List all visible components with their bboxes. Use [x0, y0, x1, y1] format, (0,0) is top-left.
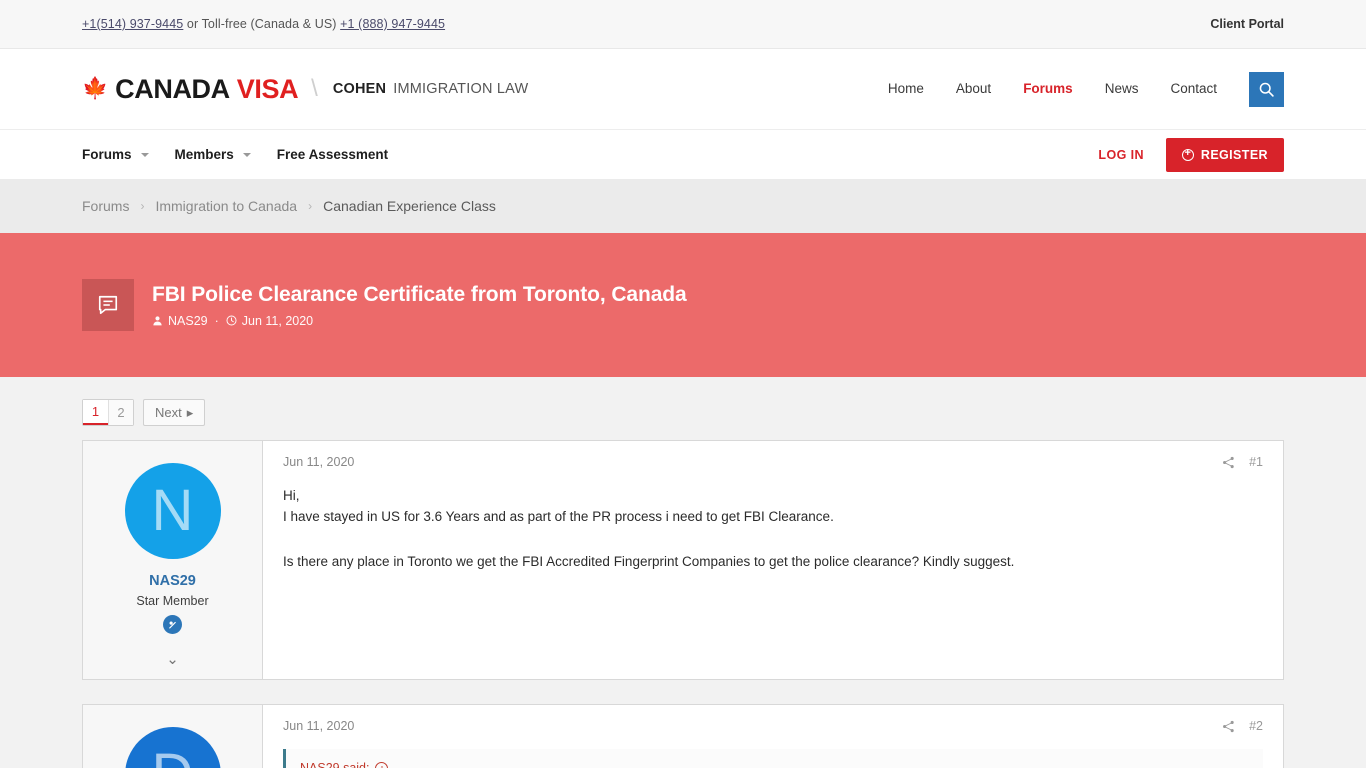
thread-meta: NAS29 · Jun 11, 2020 [152, 314, 687, 328]
next-arrow-icon: ▸ [186, 404, 194, 420]
nav-item-news[interactable]: News [1089, 69, 1155, 109]
post-header: Jun 11, 2020 #1 [283, 455, 1263, 469]
nav-item-forums[interactable]: Forums [1007, 69, 1089, 109]
quote-block: NAS29 said: ↑ [283, 749, 1263, 768]
user-icon [153, 316, 162, 326]
thread-meta-separator: · [214, 313, 219, 328]
post-header-actions: #1 [1222, 455, 1263, 469]
post-author-name[interactable]: NAS29 [149, 573, 196, 589]
thread-icon-box [82, 279, 134, 331]
post-header: Jun 11, 2020 #2 [283, 719, 1263, 733]
subnav-forums-label: Forums [82, 147, 132, 162]
forum-navigation-bar: Forums Members Free Assessment LOG IN + … [0, 129, 1366, 179]
post-author-title: Star Member [136, 594, 209, 608]
chevron-down-icon [242, 152, 251, 157]
phone-tollfree-link[interactable]: +1 (888) 947-9445 [340, 17, 445, 31]
quote-author-label[interactable]: NAS29 said: [300, 761, 369, 768]
contact-phones: +1(514) 937-9445 or Toll-free (Canada & … [82, 17, 445, 31]
phone-tollfree-text: or Toll-free (Canada & US) [183, 17, 341, 31]
maple-leaf-icon: 🍁 [82, 76, 109, 100]
post-author-sidebar: D [83, 705, 263, 768]
share-icon[interactable] [1222, 456, 1235, 469]
post-item: D Jun 11, 2020 #2 [82, 704, 1284, 768]
thread-title-block: FBI Police Clearance Certificate from To… [152, 283, 687, 328]
breadcrumb: Forums › Immigration to Canada › Canadia… [0, 179, 1366, 233]
post-number[interactable]: #2 [1249, 719, 1263, 733]
clock-icon [226, 315, 237, 326]
page-button-2[interactable]: 2 [108, 400, 133, 425]
next-page-label: Next [155, 405, 182, 420]
top-utility-bar: +1(514) 937-9445 or Toll-free (Canada & … [0, 0, 1366, 49]
site-header: 🍁 CANADA VISA \ COHEN IMMIGRATION LAW Hom… [0, 49, 1366, 129]
subnav-members-label: Members [174, 147, 234, 162]
thread-comment-icon [98, 295, 118, 315]
nav-item-contact[interactable]: Contact [1154, 69, 1233, 109]
chevron-down-icon [140, 152, 149, 157]
quote-header: NAS29 said: ↑ [300, 761, 1249, 768]
post-body-container: Jun 11, 2020 #1 Hi, I have stayed in US … [263, 441, 1283, 679]
nav-item-home[interactable]: Home [872, 69, 940, 109]
register-label: REGISTER [1200, 147, 1268, 162]
breadcrumb-separator: › [140, 199, 145, 213]
logo-law-text: IMMIGRATION LAW [393, 81, 529, 97]
avatar[interactable]: N [124, 463, 221, 559]
search-icon [1259, 82, 1274, 97]
logo-visa-text: VISA [236, 73, 299, 104]
phone-primary-link[interactable]: +1(514) 937-9445 [82, 17, 183, 31]
breadcrumb-item-immigration-to-canada[interactable]: Immigration to Canada [155, 198, 297, 214]
search-button[interactable] [1249, 71, 1284, 107]
register-button[interactable]: + REGISTER [1165, 137, 1284, 172]
log-in-link[interactable]: LOG IN [1098, 148, 1143, 162]
subnav-item-members[interactable]: Members [175, 147, 251, 162]
subnav-free-assessment-label: Free Assessment [276, 147, 389, 162]
main-navigation: Home About Forums News Contact [872, 69, 1284, 109]
breadcrumb-item-current: Canadian Experience Class [323, 198, 496, 214]
post-date[interactable]: Jun 11, 2020 [283, 455, 354, 469]
post-header-actions: #2 [1222, 719, 1263, 733]
page-number-group: 1 2 [82, 399, 134, 426]
subnav-item-free-assessment[interactable]: Free Assessment [277, 147, 388, 162]
subnav-item-forums[interactable]: Forums [82, 147, 149, 162]
post-paragraph: I have stayed in US for 3.6 Years and as… [283, 508, 834, 524]
post-author-sidebar: N NAS29 Star Member ⌄ [83, 441, 263, 679]
author-expand-chevron-down-icon[interactable]: ⌄ [166, 634, 179, 667]
plus-circle-icon: + [1181, 147, 1194, 161]
member-badge-icon [163, 615, 182, 634]
site-logo[interactable]: 🍁 CANADA VISA \ COHEN IMMIGRATION LAW [82, 74, 528, 105]
pagination-top: 1 2 Next ▸ [82, 377, 1284, 440]
logo-separator: \ [311, 75, 318, 102]
page-title: FBI Police Clearance Certificate from To… [152, 282, 687, 306]
client-portal-link[interactable]: Client Portal [1210, 17, 1284, 31]
post-body-container: Jun 11, 2020 #2 NAS29 said: ↑ [263, 705, 1283, 768]
page-button-1[interactable]: 1 [83, 400, 108, 425]
thread-content: 1 2 Next ▸ N NAS29 Star Member ⌄ Jun 11,… [0, 377, 1366, 768]
post-paragraph: Hi, [283, 488, 300, 503]
post-number[interactable]: #1 [1249, 455, 1263, 469]
next-page-button[interactable]: Next ▸ [143, 399, 206, 426]
share-icon[interactable] [1222, 720, 1235, 733]
avatar[interactable]: D [124, 727, 221, 768]
post-text: Hi, I have stayed in US for 3.6 Years an… [283, 486, 1263, 573]
breadcrumb-separator: › [308, 199, 313, 213]
logo-cohen-text: COHEN [332, 81, 387, 97]
page-root: +1(514) 937-9445 or Toll-free (Canada & … [0, 0, 1366, 768]
badge-glyph-icon [169, 621, 176, 629]
client-portal-container: Client Portal [1210, 17, 1284, 31]
nav-item-about[interactable]: About [940, 69, 1007, 109]
account-actions: LOG IN + REGISTER [1098, 137, 1284, 172]
breadcrumb-item-forums[interactable]: Forums [82, 198, 129, 214]
logo-canada-text: CANADA [115, 73, 230, 104]
thread-title-banner: FBI Police Clearance Certificate from To… [0, 233, 1366, 377]
post-item: N NAS29 Star Member ⌄ Jun 11, 2020 #1 Hi… [82, 440, 1284, 680]
quote-expand-icon[interactable]: ↑ [375, 761, 389, 768]
thread-date[interactable]: Jun 11, 2020 [242, 314, 313, 328]
thread-author[interactable]: NAS29 [168, 314, 208, 328]
post-date[interactable]: Jun 11, 2020 [283, 719, 354, 733]
post-paragraph: Is there any place in Toronto we get the… [283, 553, 1015, 569]
